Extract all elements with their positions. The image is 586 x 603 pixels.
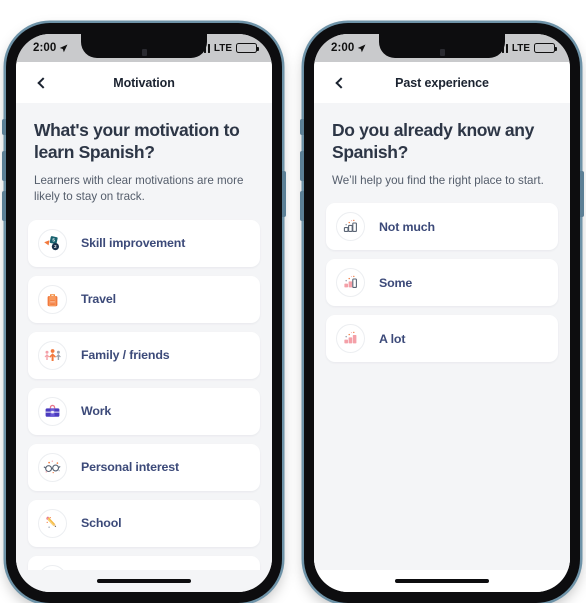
option-label: Not much: [379, 219, 435, 234]
home-indicator[interactable]: [395, 579, 489, 583]
option-label: A lot: [379, 331, 406, 346]
option-family-friends[interactable]: Family / friends: [28, 331, 260, 379]
page-headline: What's your motivation to learn Spanish?: [34, 120, 240, 163]
glasses-icon: [38, 452, 67, 482]
status-time: 2:00: [331, 42, 355, 54]
option-school[interactable]: School: [28, 499, 260, 547]
option-label: Family / friends: [81, 348, 170, 363]
people-group-icon: [38, 340, 67, 370]
nav-title: Past experience: [395, 75, 489, 90]
front-camera-icon: [439, 49, 445, 56]
option-some[interactable]: Some: [326, 259, 558, 307]
intro-block: Do you already know any Spanish? We’ll h…: [314, 103, 570, 203]
page-subheadline: Learners with clear motivations are more…: [34, 173, 244, 204]
chevron-left-icon: [36, 76, 49, 89]
option-label: Skill improvement: [81, 236, 186, 251]
back-button[interactable]: [326, 70, 352, 96]
nav-title: Motivation: [113, 75, 175, 90]
option-work[interactable]: Work: [28, 387, 260, 435]
page-subheadline: We’ll help you find the right place to s…: [332, 173, 544, 187]
home-indicator[interactable]: [97, 579, 191, 583]
motivation-options-list: 5 2 Skill improvement Travel Family / fr…: [16, 219, 272, 570]
page-headline: Do you already know any Spanish?: [332, 120, 535, 163]
option-a-lot[interactable]: A lot: [326, 315, 558, 363]
notch: [379, 34, 505, 58]
front-camera-icon: [141, 49, 147, 56]
nav-bar: Past experience: [314, 62, 570, 103]
option-partial-next[interactable]: [28, 555, 260, 570]
mute-switch[interactable]: [300, 119, 304, 135]
screenshot-stage: 2:00 LTE Motivation What's your motivati…: [0, 0, 586, 603]
battery-icon: [236, 43, 259, 53]
list-spacer: [314, 371, 570, 570]
location-arrow-icon: [358, 44, 366, 52]
svg-text:5: 5: [52, 237, 55, 242]
intro-block: What's your motivation to learn Spanish?…: [16, 103, 272, 220]
bar-chart-empty-icon: [336, 212, 365, 242]
option-label: Some: [379, 275, 413, 290]
option-travel[interactable]: Travel: [28, 275, 260, 323]
screen-content: Do you already know any Spanish? We’ll h…: [314, 103, 570, 570]
home-indicator-area: [314, 570, 570, 592]
phone-device-motivation: 2:00 LTE Motivation What's your motivati…: [2, 23, 286, 603]
experience-options-list: Not much Some A lot: [314, 203, 570, 371]
power-button[interactable]: [580, 171, 584, 217]
option-label: School: [81, 516, 122, 531]
location-arrow-icon: [60, 44, 68, 52]
screen-content: What's your motivation to learn Spanish?…: [16, 103, 272, 570]
notch: [81, 34, 207, 58]
volume-down-button[interactable]: [300, 191, 304, 221]
skill-badges-icon: 5 2: [38, 228, 67, 258]
bar-chart-half-icon: [336, 268, 365, 298]
option-personal-interest[interactable]: Personal interest: [28, 443, 260, 491]
briefcase-icon: [38, 396, 67, 426]
power-button[interactable]: [282, 171, 286, 217]
status-clock: 2:00: [33, 42, 68, 54]
battery-icon: [534, 43, 557, 53]
phone-device-past-experience: 2:00 LTE Past experience Do you already …: [300, 23, 584, 603]
network-label: LTE: [511, 42, 530, 54]
option-label: Personal interest: [81, 460, 179, 475]
option-label: Travel: [81, 292, 116, 307]
option-not-much[interactable]: Not much: [326, 203, 558, 251]
option-label: Work: [81, 404, 112, 419]
volume-down-button[interactable]: [2, 191, 6, 221]
bar-chart-full-icon: [336, 324, 365, 354]
status-time: 2:00: [33, 42, 57, 54]
chevron-left-icon: [334, 76, 347, 89]
pencil-icon: [38, 508, 67, 538]
phone-screen: 2:00 LTE Past experience Do you already …: [314, 34, 570, 592]
volume-up-button[interactable]: [300, 151, 304, 181]
mute-switch[interactable]: [2, 119, 6, 135]
status-clock: 2:00: [331, 42, 366, 54]
home-indicator-area: [16, 570, 272, 592]
network-label: LTE: [213, 42, 232, 54]
volume-up-button[interactable]: [2, 151, 6, 181]
phone-screen: 2:00 LTE Motivation What's your motivati…: [16, 34, 272, 592]
suitcase-icon: [38, 284, 67, 314]
option-skill-improvement[interactable]: 5 2 Skill improvement: [28, 219, 260, 267]
back-button[interactable]: [28, 70, 54, 96]
nav-bar: Motivation: [16, 62, 272, 103]
